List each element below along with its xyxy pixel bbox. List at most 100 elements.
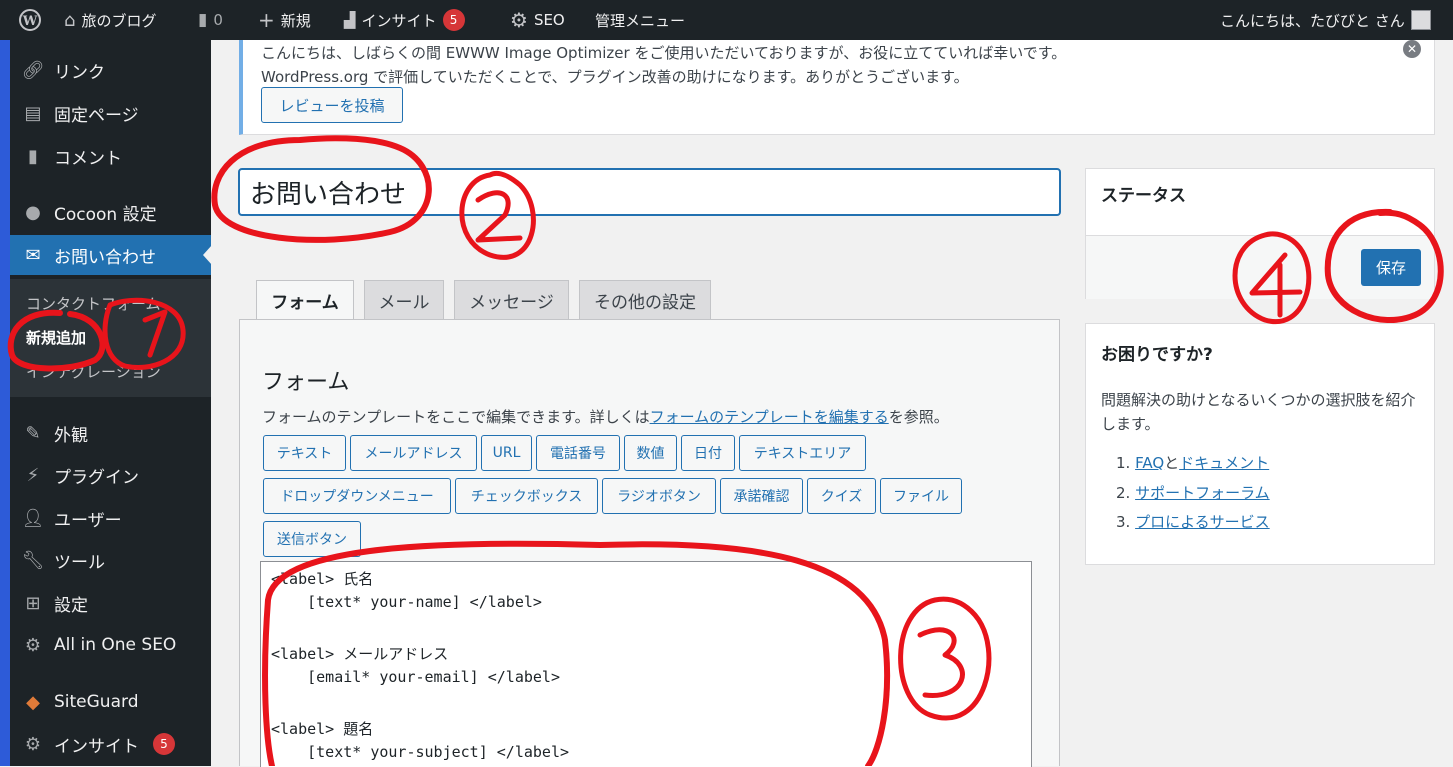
seo-gear-icon: ⚙ — [510, 8, 528, 32]
sidebar-item-label: 固定ページ — [54, 105, 139, 126]
code-line: [text* your-subject] </label> — [271, 743, 570, 761]
sidebar-item-cocoon[interactable]: ● Cocoon 設定 — [10, 192, 211, 232]
tag-submit-button[interactable]: 送信ボタン — [263, 521, 361, 557]
sidebar-item-label: 設定 — [54, 595, 88, 616]
help-list-item: 3. プロによるサービス — [1116, 513, 1270, 531]
comments-link[interactable]: ▮ 0 — [198, 0, 223, 40]
tag-dropdown-button[interactable]: ドロップダウンメニュー — [263, 478, 451, 514]
sidebar-item-aioseo[interactable]: ⚙ All in One SEO — [10, 625, 211, 665]
form-panel: フォーム フォームのテンプレートをここで編集できます。詳しくはフォームのテンプレ… — [239, 319, 1060, 767]
help-list-item: 2. サポートフォーラム — [1116, 484, 1270, 502]
submenu-contact-forms[interactable]: コンタクトフォーム — [26, 293, 161, 314]
seo-link[interactable]: ⚙ SEO — [510, 0, 565, 40]
sidebar-item-siteguard[interactable]: ◆ SiteGuard — [10, 682, 211, 722]
comment-icon: ▮ — [198, 10, 208, 30]
sidebar-item-comments[interactable]: ▮ コメント — [10, 136, 211, 176]
help-box-title: お困りですか? — [1101, 345, 1213, 365]
tab-additional-settings[interactable]: その他の設定 — [579, 280, 711, 319]
tab-form[interactable]: フォーム — [256, 280, 354, 320]
form-template-editor[interactable]: <label> 氏名 [text* your-name] </label> <l… — [260, 561, 1032, 767]
status-box: ステータス 保存 — [1085, 168, 1435, 299]
comments-count: 0 — [213, 11, 223, 29]
cocoon-icon: ● — [25, 201, 41, 223]
sidebar-item-pages[interactable]: ▤ 固定ページ — [10, 93, 211, 133]
tag-tel-button[interactable]: 電話番号 — [536, 435, 620, 471]
account-link[interactable]: こんにちは、たびびと さん — [1220, 0, 1431, 40]
site-name-link[interactable]: ⌂ 旅のブログ — [64, 0, 156, 40]
tag-email-button[interactable]: メールアドレス — [350, 435, 477, 471]
sidebar-item-label: お問い合わせ — [54, 247, 156, 268]
sidebar-item-links[interactable]: 🔗︎ リンク — [10, 50, 211, 90]
sidebar-item-users[interactable]: 👤︎ ユーザー — [10, 498, 211, 538]
bar-chart-icon: ▟ — [344, 11, 356, 29]
help-conjunction: と — [1164, 454, 1180, 472]
notice-line-2: WordPress.org で評価していただくことで、プラグイン改善の助けになり… — [261, 68, 969, 86]
notice-line-1: こんにちは、しばらくの間 EWWW Image Optimizer をご使用いた… — [261, 44, 1067, 62]
brush-icon: ✎ — [25, 422, 41, 444]
mail-icon: ✉ — [25, 244, 41, 266]
tag-file-button[interactable]: ファイル — [880, 478, 962, 514]
tag-textarea-button[interactable]: テキストエリア — [739, 435, 866, 471]
insight-badge: 5 — [442, 9, 465, 31]
dismiss-notice-icon[interactable]: ✕ — [1403, 40, 1421, 58]
contact-submenu: コンタクトフォーム 新規追加 インテグレーション — [10, 279, 211, 397]
tag-number-button[interactable]: 数値 — [624, 435, 677, 471]
code-line: <label> 氏名 — [271, 570, 374, 588]
plus-icon: + — [258, 8, 275, 32]
siteguard-icon: ◆ — [26, 691, 40, 713]
greeting: こんにちは、たびびと さん — [1220, 11, 1405, 30]
tag-checkbox-button[interactable]: チェックボックス — [455, 478, 598, 514]
tag-text-button[interactable]: テキスト — [263, 435, 346, 471]
form-description: フォームのテンプレートをここで編集できます。詳しくはフォームのテンプレートを編集… — [262, 406, 949, 427]
new-label: 新規 — [280, 11, 311, 30]
tag-date-button[interactable]: 日付 — [681, 435, 735, 471]
user-icon: 👤︎ — [21, 507, 45, 529]
sidebar-item-label: リンク — [54, 62, 105, 83]
new-content-link[interactable]: + 新規 — [258, 0, 311, 40]
sidebar-item-tools[interactable]: 🔧︎ ツール — [10, 540, 211, 580]
tag-acceptance-button[interactable]: 承諾確認 — [720, 478, 803, 514]
submenu-add-new[interactable]: 新規追加 — [26, 327, 86, 348]
code-line: <label> メールアドレス — [271, 645, 449, 663]
code-line: [email* your-email] </label> — [271, 668, 560, 686]
home-icon: ⌂ — [64, 9, 76, 31]
admin-menu-label: 管理メニュー — [595, 11, 686, 30]
sidebar-item-plugins[interactable]: ⚡︎ プラグイン — [10, 455, 211, 495]
tag-url-button[interactable]: URL — [481, 435, 532, 471]
form-template-help-link[interactable]: フォームのテンプレートを編集する — [650, 408, 889, 426]
sidebar-item-appearance[interactable]: ✎ 外観 — [10, 413, 211, 453]
post-review-button[interactable]: レビューを投稿 — [261, 87, 403, 123]
help-list-item: 1. FAQとドキュメント — [1116, 454, 1270, 472]
admin-menu-link[interactable]: 管理メニュー — [595, 0, 685, 40]
insight-link[interactable]: ▟ インサイト 5 — [344, 0, 465, 40]
tab-mail[interactable]: メール — [364, 280, 444, 319]
docs-link[interactable]: ドキュメント — [1179, 454, 1269, 472]
admin-sidebar: 🔗︎ リンク ▤ 固定ページ ▮ コメント ● Cocoon 設定 ✉ お問い合わせ コン… — [10, 40, 212, 766]
sidebar-item-label: ユーザー — [54, 510, 122, 531]
site-name: 旅のブログ — [81, 11, 157, 30]
tab-messages[interactable]: メッセージ — [454, 280, 569, 319]
wrench-icon: 🔧︎ — [21, 549, 45, 571]
code-line: [text* your-name] </label> — [271, 593, 542, 611]
support-forum-link[interactable]: サポートフォーラム — [1135, 484, 1270, 502]
help-box-description: 問題解決の助けとなるいくつかの選択肢を紹介します。 — [1101, 391, 1416, 433]
tag-quiz-button[interactable]: クイズ — [807, 478, 876, 514]
desktop-edge — [0, 40, 10, 766]
save-button[interactable]: 保存 — [1361, 249, 1421, 286]
sidebar-item-label: プラグイン — [54, 467, 139, 488]
settings-icon: ⊞ — [25, 592, 41, 614]
sidebar-item-label: All in One SEO — [54, 635, 177, 655]
sidebar-item-insight[interactable]: ⚙ インサイト 5 — [10, 724, 211, 764]
sidebar-item-label: SiteGuard — [54, 692, 139, 712]
submenu-integration[interactable]: インテグレーション — [26, 361, 161, 382]
sidebar-item-contact[interactable]: ✉ お問い合わせ — [10, 235, 211, 275]
sidebar-item-label: インサイト — [54, 736, 139, 757]
tag-radio-button[interactable]: ラジオボタン — [602, 478, 716, 514]
form-title-input[interactable]: お問い合わせ — [238, 168, 1061, 216]
page-icon: ▤ — [24, 102, 42, 124]
faq-link[interactable]: FAQ — [1135, 454, 1164, 472]
pro-services-link[interactable]: プロによるサービス — [1135, 513, 1270, 531]
sidebar-item-settings[interactable]: ⊞ 設定 — [10, 583, 211, 623]
wordpress-logo-icon[interactable]: W — [18, 0, 42, 40]
plugin-icon: ⚡︎ — [26, 464, 40, 486]
